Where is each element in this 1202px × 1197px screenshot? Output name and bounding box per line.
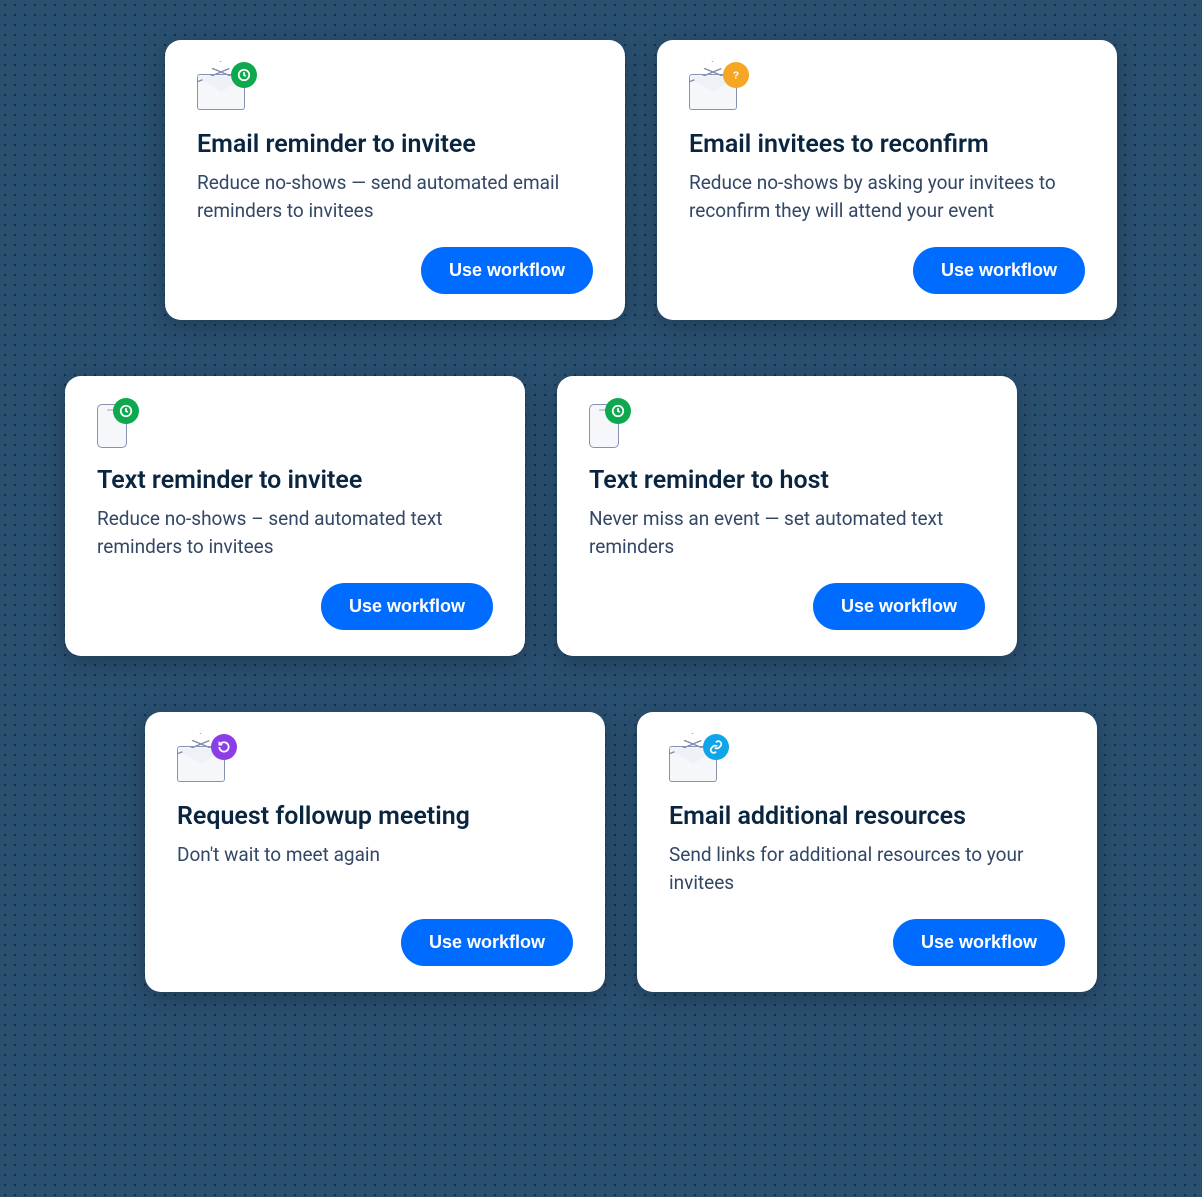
use-workflow-button[interactable]: Use workflow (401, 919, 573, 966)
use-workflow-button[interactable]: Use workflow (421, 247, 593, 294)
card-description: Send links for additional resources to y… (669, 841, 1065, 903)
card-description: Reduce no-shows — send automated email r… (197, 169, 593, 231)
card-icon (197, 68, 253, 112)
clock-badge-icon (231, 62, 257, 88)
card-title: Email reminder to invitee (197, 130, 593, 159)
clock-badge-icon (113, 398, 139, 424)
card-actions: Use workflow (197, 247, 593, 294)
workflow-card-text-reminder-invitee: Text reminder to invitee Reduce no-shows… (65, 376, 525, 656)
workflow-card-text-reminder-host: Text reminder to host Never miss an even… (557, 376, 1017, 656)
card-actions: Use workflow (589, 583, 985, 630)
card-description: Reduce no-shows by asking your invitees … (689, 169, 1085, 231)
card-description: Never miss an event — set automated text… (589, 505, 985, 567)
card-title: Text reminder to invitee (97, 466, 493, 495)
card-description: Reduce no-shows – send automated text re… (97, 505, 493, 567)
workflow-card-grid: Email reminder to invitee Reduce no-show… (0, 40, 1202, 992)
card-description: Don't wait to meet again (177, 841, 573, 903)
card-row: Request followup meeting Don't wait to m… (20, 712, 1202, 992)
workflow-card-email-reminder-invitee: Email reminder to invitee Reduce no-show… (165, 40, 625, 320)
card-row: Email reminder to invitee Reduce no-show… (40, 40, 1202, 320)
card-title: Email additional resources (669, 802, 1065, 831)
refresh-badge-icon (211, 734, 237, 760)
card-title: Text reminder to host (589, 466, 985, 495)
use-workflow-button[interactable]: Use workflow (321, 583, 493, 630)
workflow-card-email-reconfirm: ? Email invitees to reconfirm Reduce no-… (657, 40, 1117, 320)
card-row: Text reminder to invitee Reduce no-shows… (0, 376, 1142, 656)
question-badge-icon: ? (723, 62, 749, 88)
card-icon (589, 404, 645, 448)
card-actions: Use workflow (177, 919, 573, 966)
use-workflow-button[interactable]: Use workflow (893, 919, 1065, 966)
use-workflow-button[interactable]: Use workflow (913, 247, 1085, 294)
card-actions: Use workflow (97, 583, 493, 630)
card-title: Email invitees to reconfirm (689, 130, 1085, 159)
card-icon (97, 404, 153, 448)
workflow-card-request-followup: Request followup meeting Don't wait to m… (145, 712, 605, 992)
card-icon: ? (689, 68, 745, 112)
link-badge-icon (703, 734, 729, 760)
clock-badge-icon (605, 398, 631, 424)
card-icon (177, 740, 233, 784)
card-actions: Use workflow (669, 919, 1065, 966)
card-title: Request followup meeting (177, 802, 573, 831)
card-icon (669, 740, 725, 784)
use-workflow-button[interactable]: Use workflow (813, 583, 985, 630)
card-actions: Use workflow (689, 247, 1085, 294)
svg-text:?: ? (733, 70, 739, 82)
workflow-card-email-resources: Email additional resources Send links fo… (637, 712, 1097, 992)
